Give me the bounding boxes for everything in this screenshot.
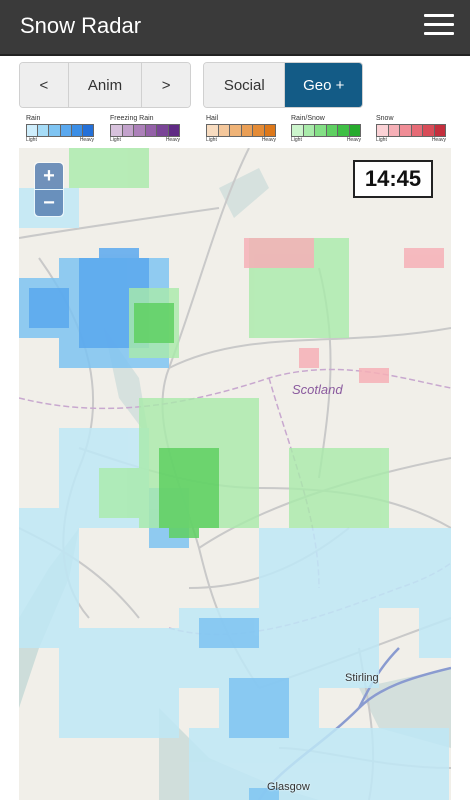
- legend-rain: Rain Light Heavy: [26, 115, 94, 144]
- legend-swatch-4: [60, 125, 72, 136]
- legend-swatch-6: [434, 125, 445, 136]
- legend-swatch-3: [315, 125, 327, 136]
- legend-swatch-4: [411, 125, 423, 136]
- app-title: Snow Radar: [20, 13, 142, 38]
- radar-map[interactable]: + − 14:45 Scotland Stirling Glasgow: [19, 148, 451, 800]
- legend-swatch-2: [38, 125, 50, 136]
- legend-freezing-rain-label: Freezing Rain: [110, 115, 154, 122]
- legend-swatch-3: [49, 125, 61, 136]
- region-label-scotland: Scotland: [292, 382, 343, 397]
- legend-hail-swatches: [206, 124, 276, 137]
- animation-controls: < Anim >: [19, 62, 191, 108]
- legend-swatch-2: [388, 125, 400, 136]
- radar-timestamp: 14:45: [353, 160, 433, 198]
- hamburger-menu-icon[interactable]: [424, 14, 454, 40]
- legend-swatch-4: [326, 125, 338, 136]
- loch-water: [219, 168, 269, 218]
- legend-swatch-3: [230, 125, 242, 136]
- legend-swatch-5: [253, 125, 265, 136]
- geo-plus-button[interactable]: Geo +: [285, 63, 362, 107]
- legend-heavy-label: Heavy: [165, 137, 180, 143]
- legend-light-label: Light: [376, 137, 387, 143]
- legend-rain-snow-label: Rain/Snow: [291, 115, 325, 122]
- legend-swatch-5: [71, 125, 83, 136]
- zoom-out-button[interactable]: −: [35, 190, 63, 216]
- legend-heavy-label: Heavy: [431, 137, 446, 143]
- legend-snow-swatches: [376, 124, 446, 137]
- legend-swatch-3: [134, 125, 146, 136]
- legend-swatch-2: [122, 125, 134, 136]
- zoom-in-button[interactable]: +: [35, 163, 63, 189]
- next-frame-button[interactable]: >: [142, 63, 190, 107]
- legend-snow-label: Snow: [376, 115, 394, 122]
- legend-swatch-1: [111, 125, 123, 136]
- legend-swatch-6: [168, 125, 179, 136]
- legend-swatch-1: [377, 125, 389, 136]
- legend-freezing-rain-swatches: [110, 124, 180, 137]
- legend-heavy-label: Heavy: [261, 137, 276, 143]
- legend-heavy-label: Heavy: [79, 137, 94, 143]
- legend-swatch-5: [338, 125, 350, 136]
- legend-rain-snow-swatches: [291, 124, 361, 137]
- social-button[interactable]: Social: [204, 63, 286, 107]
- legend-swatch-3: [400, 125, 412, 136]
- legend-light-label: Light: [291, 137, 302, 143]
- legend-swatch-1: [207, 125, 219, 136]
- legend-hail: Hail Light Heavy: [206, 115, 276, 144]
- legend-snow: Snow Light Heavy: [376, 115, 446, 144]
- legend-swatch-5: [423, 125, 435, 136]
- legend-swatch-1: [292, 125, 304, 136]
- legend-light-label: Light: [110, 137, 121, 143]
- legend-swatch-6: [349, 125, 360, 136]
- legend-swatch-4: [241, 125, 253, 136]
- legend-swatch-1: [27, 125, 39, 136]
- legend-swatch-6: [264, 125, 275, 136]
- legend-light-label: Light: [26, 137, 37, 143]
- basemap: [19, 148, 451, 800]
- legend-rain-snow: Rain/Snow Light Heavy: [291, 115, 361, 144]
- place-label-glasgow: Glasgow: [267, 781, 310, 793]
- share-controls: Social Geo +: [203, 62, 363, 108]
- animate-button[interactable]: Anim: [68, 63, 143, 107]
- legend-swatch-4: [145, 125, 157, 136]
- legend-swatch-6: [82, 125, 94, 136]
- legend-rain-label: Rain: [26, 115, 41, 122]
- legend-freezing-rain: Freezing Rain Light Heavy: [110, 115, 180, 144]
- legend-hail-label: Hail: [206, 115, 219, 122]
- legend-rain-swatches: [26, 124, 94, 137]
- legend-light-label: Light: [206, 137, 217, 143]
- top-app-bar: Snow Radar: [0, 0, 470, 56]
- legend-swatch-2: [218, 125, 230, 136]
- place-label-stirling: Stirling: [345, 672, 379, 684]
- zoom-control: + −: [34, 162, 64, 217]
- legend-swatch-5: [157, 125, 169, 136]
- legend-swatch-2: [303, 125, 315, 136]
- legend-heavy-label: Heavy: [346, 137, 361, 143]
- previous-frame-button[interactable]: <: [20, 63, 69, 107]
